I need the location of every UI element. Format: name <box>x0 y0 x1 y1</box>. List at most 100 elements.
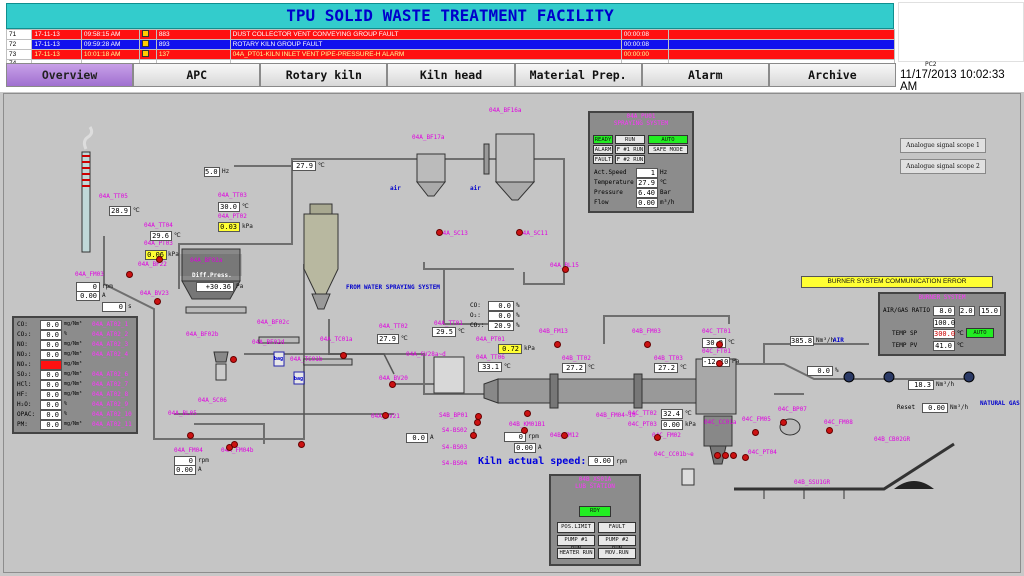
status-indicator-icon[interactable] <box>562 266 569 273</box>
equipment-tag: 04B_TT03 <box>654 355 683 362</box>
status-indicator-icon[interactable] <box>752 429 759 436</box>
process-value[interactable]: 30.0 <box>218 202 240 212</box>
lub-station-panel[interactable]: 04B_XS01A LUB STATION RDY POS.LIMIT FAULT… <box>549 474 641 566</box>
status-indicator-icon[interactable] <box>644 341 651 348</box>
kiln-speed-label: Kiln actual speed: <box>478 456 587 467</box>
status-indicator-icon[interactable] <box>298 441 305 448</box>
o2-row-value[interactable]: 20.9 <box>488 321 514 331</box>
lub-status-mov-run: MOV.RUN <box>598 548 636 559</box>
nav-material-prep[interactable]: Material Prep. <box>514 63 642 87</box>
process-value[interactable]: 27.9 <box>292 161 316 171</box>
status-indicator-icon[interactable] <box>389 381 396 388</box>
air-gas-ratio-value[interactable]: 8.0 <box>933 306 955 316</box>
status-indicator-icon[interactable] <box>436 229 443 236</box>
status-indicator-icon[interactable] <box>714 452 721 459</box>
status-indicator-icon[interactable] <box>474 419 481 426</box>
gas-row-value: 0.0 <box>40 410 62 420</box>
process-value[interactable]: 0 <box>102 302 126 312</box>
gas-row-tag: 04A_AT02_3 <box>92 341 129 348</box>
status-indicator-icon[interactable] <box>780 419 787 426</box>
equipment-tag: 04A_SC06 <box>198 397 227 404</box>
status-indicator-icon[interactable] <box>654 434 661 441</box>
spraying-row-unit: Hz <box>660 169 668 176</box>
scope-2-button[interactable]: Analogue signal scope 2 <box>900 159 986 174</box>
spraying-system-panel[interactable]: 04A_PU01 SPRAYING SYSTEM READY RUN AUTO ALA… <box>588 111 694 213</box>
gas-row-unit: % <box>64 411 68 417</box>
status-indicator-icon[interactable] <box>470 432 477 439</box>
spraying-row-unit: ℃ <box>660 179 667 186</box>
alarm-row[interactable]: 71 17-11-13 09:58:15 AM 883 DUST COLLECTOR V… <box>5 29 895 40</box>
o2-row-value[interactable]: 0.0 <box>488 301 514 311</box>
nav-overview[interactable]: Overview <box>6 63 134 87</box>
process-value[interactable]: 0.00 <box>922 403 948 413</box>
equipment-tag: 04A_BF02c <box>257 319 290 326</box>
nav-apc[interactable]: APC <box>133 63 261 87</box>
status-indicator-icon[interactable] <box>826 427 833 434</box>
process-value[interactable]: 27.2 <box>654 363 678 373</box>
burner-panel-title: BURNER SYSTEM <box>918 294 966 301</box>
process-value[interactable]: 0.0 <box>406 433 428 443</box>
burner-system-panel[interactable]: BURNER SYSTEM AIR/GAS RATIO 8.0 2.0 15.0… <box>878 292 1006 356</box>
status-indicator-icon[interactable] <box>524 410 531 417</box>
equipment-tag: 04A_BF17a <box>412 134 445 141</box>
process-value[interactable]: 0.00 <box>661 420 683 430</box>
status-indicator-icon[interactable] <box>716 341 723 348</box>
unit-label: kPa <box>168 251 179 258</box>
process-value[interactable]: +30.36 <box>196 282 234 292</box>
process-value[interactable]: 32.4 <box>661 409 683 419</box>
status-indicator-icon[interactable] <box>730 452 737 459</box>
alarm-row[interactable]: 73 17-11-13 10:01:18 AM 137 04A_PT01-KILN IN… <box>5 49 895 60</box>
status-indicator-icon[interactable] <box>554 341 561 348</box>
status-indicator-icon[interactable] <box>230 356 237 363</box>
page-title: TPU SOLID WASTE TREATMENT FACILITY <box>6 3 894 29</box>
status-indicator-icon[interactable] <box>340 352 347 359</box>
spraying-status-f-1-run: F #1 RUN <box>615 145 645 154</box>
temp-sp-value[interactable]: 300.0 <box>933 329 955 339</box>
nav-rotary-kiln[interactable]: Rotary kiln <box>260 63 388 87</box>
unit-label: ℃ <box>133 207 140 214</box>
process-value[interactable]: 0.00 <box>174 465 196 475</box>
status-indicator-icon[interactable] <box>382 412 389 419</box>
status-indicator-icon[interactable] <box>126 271 133 278</box>
status-indicator-icon[interactable] <box>516 229 523 236</box>
process-value[interactable]: 0.00 <box>514 443 536 453</box>
process-value[interactable]: 27.9 <box>377 334 399 344</box>
process-value[interactable]: 0.72 <box>498 344 522 354</box>
spraying-status-auto: AUTO <box>648 135 688 144</box>
process-value[interactable]: 18.3 <box>908 380 934 390</box>
equipment-tag: 04C_TT01 <box>702 328 731 335</box>
process-value[interactable]: 29.5 <box>432 327 456 337</box>
nav-kiln-head[interactable]: Kiln head <box>387 63 515 87</box>
status-indicator-icon[interactable] <box>561 432 568 439</box>
alarm-row[interactable]: 72 17-11-13 09:59:28 AM 893 ROTARY KILN GROU… <box>5 39 895 50</box>
process-value[interactable]: 29.6 <box>150 231 172 241</box>
bag-label-1: bag <box>274 356 284 362</box>
status-indicator-icon[interactable] <box>187 432 194 439</box>
unit-label: Hz <box>222 168 230 175</box>
process-value[interactable]: 33.1 <box>478 362 502 372</box>
process-value[interactable]: 27.2 <box>562 363 586 373</box>
status-indicator-icon[interactable] <box>521 427 528 434</box>
o2-row-value[interactable]: 0.0 <box>488 311 514 321</box>
burner-auto-button[interactable]: AUTO <box>966 328 994 338</box>
nav-archive[interactable]: Archive <box>768 63 896 87</box>
status-indicator-icon[interactable] <box>716 360 723 367</box>
spraying-status-alarm: ALARM <box>593 145 613 154</box>
process-value[interactable]: 0.0 <box>807 366 833 376</box>
alarm-text: ROTARY KILN GROUP FAULT <box>229 39 622 50</box>
status-indicator-icon[interactable] <box>231 441 238 448</box>
nav-alarm[interactable]: Alarm <box>641 63 769 87</box>
process-value[interactable]: 5.0 <box>204 167 220 177</box>
status-indicator-icon[interactable] <box>742 454 749 461</box>
reset-label[interactable]: Reset <box>897 404 915 411</box>
status-indicator-icon[interactable] <box>154 298 161 305</box>
kiln-speed-value: 0.00 <box>588 456 614 466</box>
status-indicator-icon[interactable] <box>156 256 163 263</box>
process-value[interactable]: 385.8 <box>790 336 814 346</box>
gas-row-value: 0.0 <box>40 350 62 360</box>
process-value[interactable]: 0.03 <box>218 222 240 232</box>
process-value[interactable]: 28.9 <box>109 206 131 216</box>
process-value[interactable]: 0.00 <box>76 291 100 301</box>
scope-1-button[interactable]: Analogue signal scope 1 <box>900 138 986 153</box>
status-indicator-icon[interactable] <box>722 452 729 459</box>
